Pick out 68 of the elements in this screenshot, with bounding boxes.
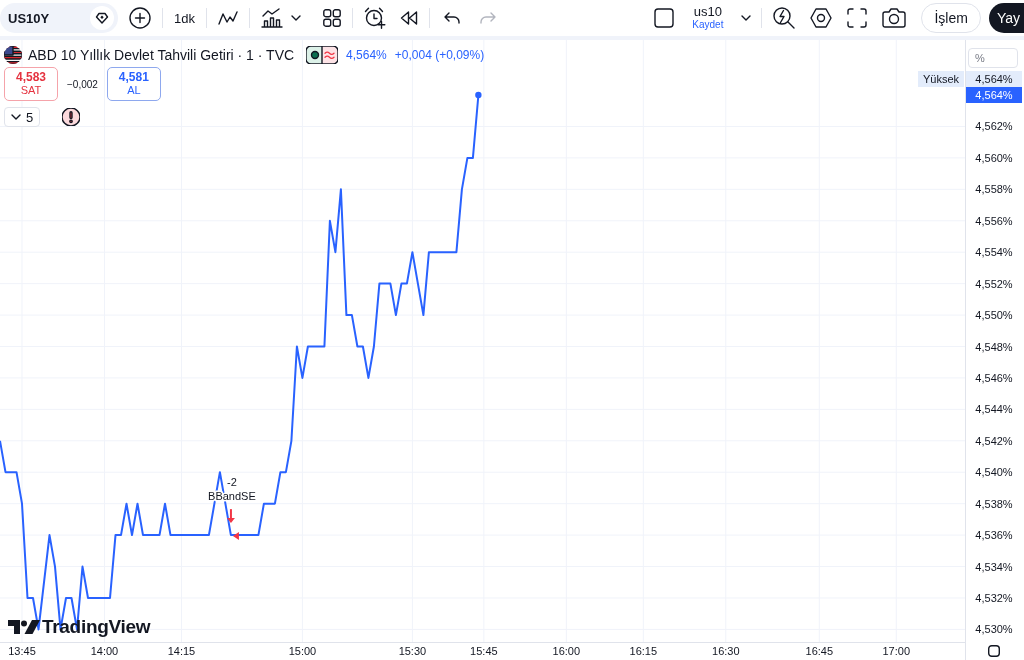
price-axis-label: 4,534% [975, 560, 1013, 573]
time-axis-label: 14:00 [90, 645, 119, 657]
indicators-toggle-button[interactable]: 5 [4, 107, 41, 127]
signal-quantity-label: -2 [227, 476, 237, 489]
price-axis-label: 4,550% [975, 309, 1013, 322]
last-price-label: 4,564% [966, 87, 1022, 103]
high-label: Yüksek [917, 71, 964, 87]
time-axis-label: 15:45 [470, 645, 498, 657]
fullscreen-icon[interactable] [847, 8, 868, 28]
change-value: +0,004 (+0,09%) [394, 48, 485, 62]
price-axis-label: 4,560% [975, 151, 1013, 164]
price-axis-label: 4,540% [975, 466, 1013, 479]
add-icon[interactable] [129, 7, 151, 29]
symbol-title: ABD 10 Yıllık Devlet Tahvili Getiri · 1 · TVC [28, 47, 295, 63]
sell-button[interactable]: 4,583 SAT [4, 67, 58, 101]
alarm-clock-icon[interactable] [363, 7, 386, 29]
scale-unit-button[interactable]: % [968, 48, 1018, 68]
price-axis-label: 4,552% [975, 277, 1013, 290]
bolt-search-icon[interactable] [773, 7, 796, 29]
price-axis-label: 4,562% [975, 120, 1013, 133]
time-axis-label: 16:00 [552, 645, 581, 657]
logo-icon [8, 619, 40, 635]
time-axis-label: 15:00 [288, 645, 317, 657]
time-axis-label: 15:30 [398, 645, 427, 657]
last-value: 4,564% [346, 48, 387, 62]
time-axis-label: 13:45 [8, 645, 36, 657]
spread-value: −0,002 [66, 78, 99, 90]
time-axis-label: 17:00 [882, 645, 911, 657]
time-axis-label: 16:30 [712, 645, 740, 657]
settings-icon[interactable] [810, 8, 833, 28]
symbol-search-button[interactable]: US10Y [0, 3, 118, 33]
price-axis-label: 4,536% [975, 529, 1013, 542]
price-axis-label: 4,546% [975, 371, 1013, 384]
caret-icon [11, 114, 21, 120]
square-icon[interactable] [654, 8, 675, 28]
time-axis-label: 14:15 [167, 645, 196, 657]
rounded-square-icon[interactable] [988, 645, 1000, 657]
line-drawing-icon[interactable] [217, 11, 238, 25]
caret-icon[interactable] [741, 15, 752, 21]
price-axis-label: 4,558% [975, 183, 1013, 196]
price-axis-label: 4,538% [975, 497, 1013, 510]
price-axis-label: 4,556% [975, 214, 1013, 227]
rewind-icon[interactable] [399, 11, 418, 25]
high-price-label: 4,564% [966, 71, 1022, 87]
price-axis-label: 4,530% [975, 623, 1013, 636]
price-axis-label: 4,548% [975, 340, 1013, 353]
wave-icon [322, 46, 339, 64]
time-axis-label: 16:15 [629, 645, 658, 657]
logo-text: TradingView [42, 616, 151, 638]
down-arrow-icon [226, 508, 235, 524]
last-point-marker [475, 91, 482, 99]
price-axis-label: 4,554% [975, 246, 1013, 259]
price-axis-label: 4,544% [975, 403, 1013, 416]
trade-button[interactable]: İşlem [921, 3, 981, 33]
price-axis-label: 4,542% [975, 434, 1013, 447]
grid-icon[interactable] [322, 9, 341, 27]
layout-save-button[interactable]: us10 Kaydet [692, 5, 724, 31]
buy-button[interactable]: 4,581 AL [106, 67, 161, 101]
triangle-marker-icon [232, 532, 239, 541]
camera-icon[interactable] [882, 8, 907, 28]
price-axis-label: 4,532% [975, 592, 1013, 604]
time-axis-label: 16:45 [805, 645, 834, 657]
undo-icon[interactable] [443, 12, 460, 24]
warning-icon[interactable] [62, 108, 81, 126]
publish-button[interactable]: Yay [988, 3, 1024, 33]
interval-button[interactable]: 1dk [174, 10, 195, 26]
bar-chart-icon[interactable] [260, 8, 283, 28]
caret-icon[interactable] [290, 15, 301, 21]
